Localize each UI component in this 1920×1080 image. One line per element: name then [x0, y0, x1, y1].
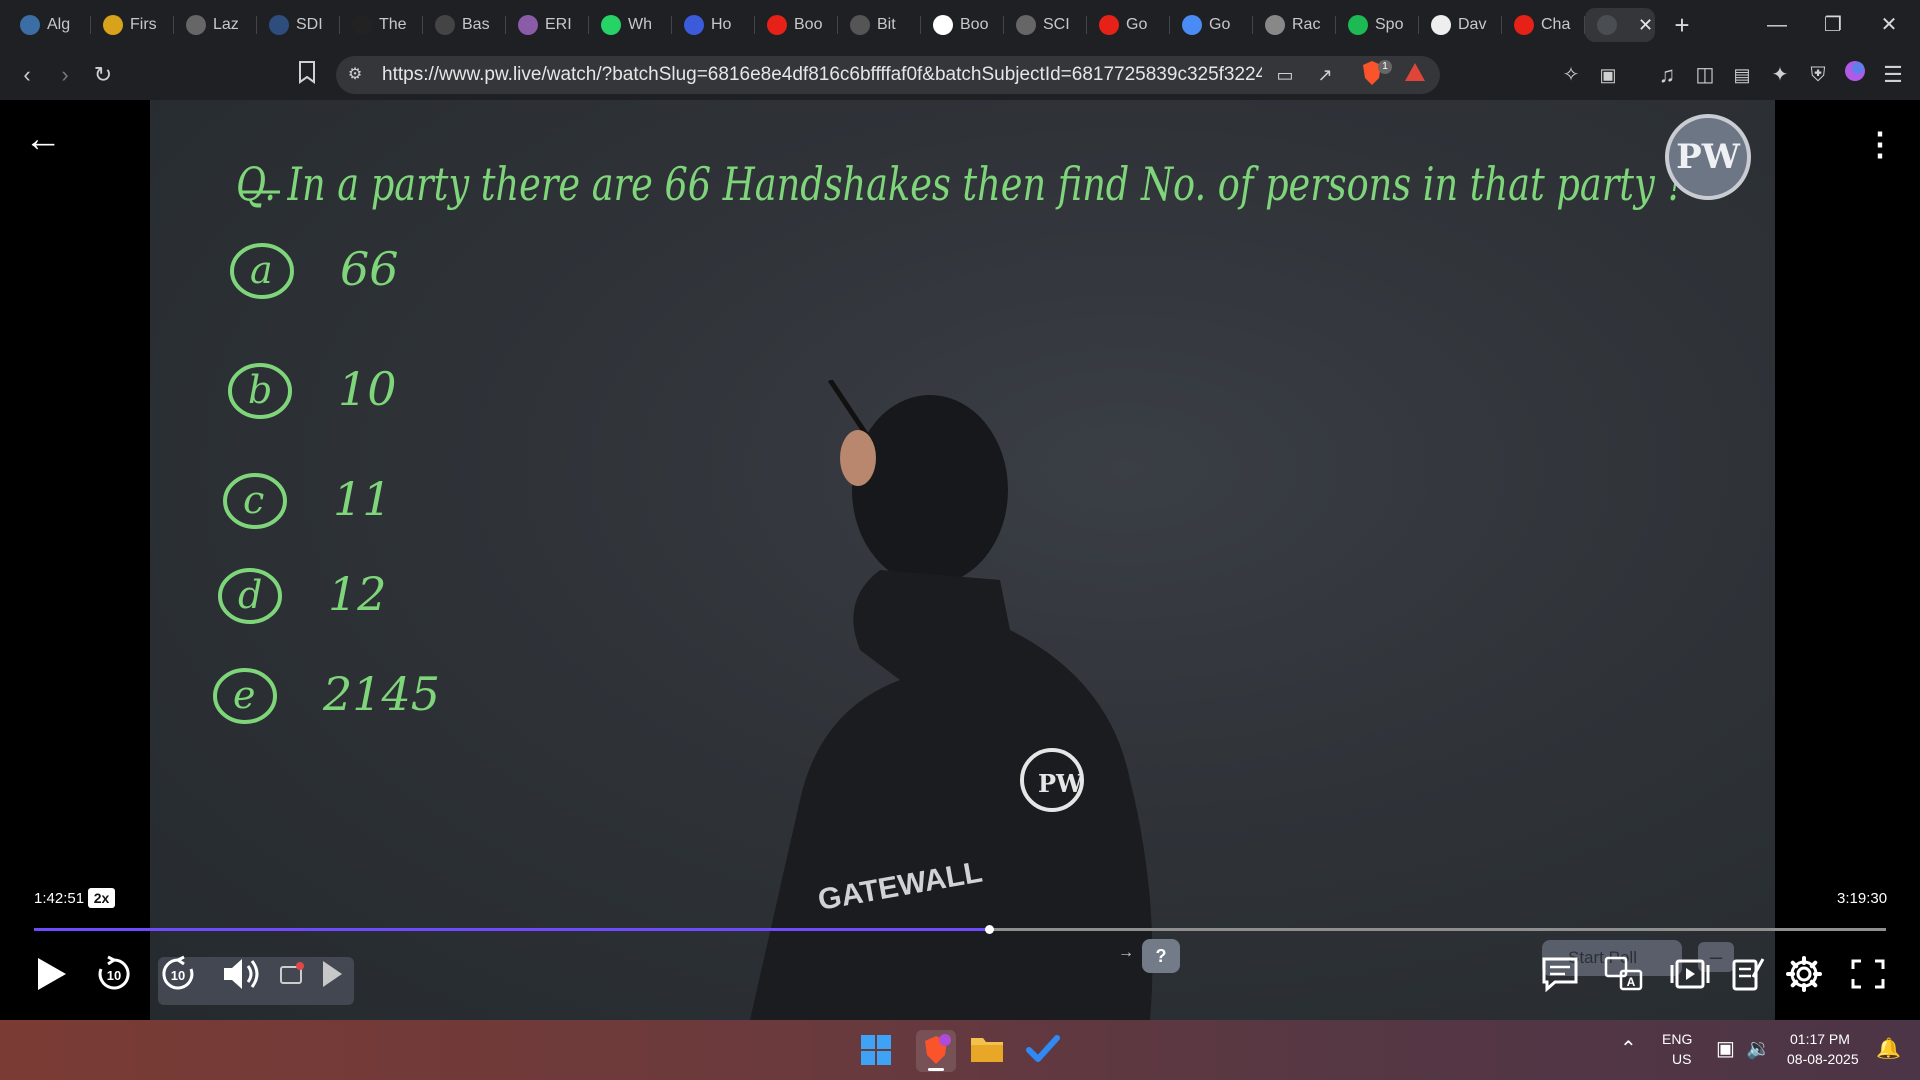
next-icon: [323, 961, 342, 987]
option-value: 10: [338, 362, 397, 416]
arrow-right-icon: →: [1118, 944, 1134, 961]
rewind-10-icon: 10: [98, 955, 130, 990]
forward-10-icon: 10: [162, 955, 194, 990]
skip-forward-button[interactable]: 10: [156, 952, 200, 996]
question-text: Q. In a party there are 66 Handshakes th…: [236, 157, 1686, 211]
option-value: 2145: [322, 667, 440, 721]
option-value: 12: [328, 567, 387, 621]
more-options-icon[interactable]: ⋮: [1864, 124, 1896, 164]
notes-icon: [1732, 958, 1765, 991]
fullscreen-button[interactable]: [1846, 952, 1890, 996]
notes-button[interactable]: [1726, 952, 1770, 996]
option-value: 66: [340, 242, 399, 296]
option-b: b 10: [228, 362, 397, 419]
notification-bell-icon[interactable]: 🔔: [1876, 1036, 1901, 1061]
playback-speed-badge[interactable]: 2x: [88, 888, 115, 908]
folder-icon: [971, 1038, 1003, 1062]
option-key: a: [250, 248, 273, 292]
play-button[interactable]: [30, 952, 74, 996]
settings-button[interactable]: [1782, 952, 1826, 996]
video-mode-button[interactable]: [1668, 952, 1712, 996]
progress-knob[interactable]: [985, 925, 994, 934]
option-key: b: [248, 368, 272, 412]
lang-top[interactable]: ENG: [1662, 1031, 1692, 1047]
clock-time[interactable]: 01:17 PM: [1790, 1031, 1850, 1047]
option-d: d 12: [218, 567, 387, 624]
option-key: c: [243, 478, 264, 522]
brave-icon: [925, 1034, 951, 1064]
clock-date[interactable]: 08-08-2025: [1787, 1051, 1859, 1067]
network-icon[interactable]: ▣: [1716, 1036, 1735, 1061]
lang-bottom[interactable]: US: [1672, 1051, 1691, 1067]
volume-button[interactable]: [220, 952, 264, 996]
svg-text:10: 10: [107, 968, 121, 983]
checkmark-icon: [1026, 1035, 1060, 1062]
windows-icon: [861, 1035, 891, 1065]
next-button[interactable]: [310, 952, 354, 996]
chat-icon: [1542, 957, 1578, 992]
svg-text:10: 10: [171, 968, 185, 983]
gear-icon: [1786, 956, 1822, 992]
pip-mini-button[interactable]: [270, 952, 314, 996]
progress-fill: [34, 928, 989, 931]
taskbar-todo[interactable]: [1026, 1034, 1060, 1069]
svg-text:A: A: [1627, 975, 1636, 989]
running-indicator: [928, 1068, 944, 1071]
total-duration: 3:19:30: [1837, 890, 1888, 907]
doubt-help-button[interactable]: ?: [1142, 939, 1180, 973]
taskbar-file-explorer[interactable]: [970, 1034, 1004, 1069]
speaker-icon[interactable]: 🔉: [1746, 1036, 1771, 1061]
skip-back-button[interactable]: 10: [92, 952, 136, 996]
option-key: e: [233, 673, 256, 717]
show-hidden-icons[interactable]: ⌃: [1620, 1036, 1637, 1061]
quality-icon: [280, 962, 304, 984]
video-mode-icon: [1670, 959, 1710, 989]
fullscreen-icon: [1851, 959, 1885, 989]
option-e: e 2145: [213, 667, 440, 724]
current-time: 1:42:51: [34, 890, 85, 907]
translate-icon: A: [1604, 956, 1643, 991]
pw-logo: PW: [1665, 114, 1751, 200]
option-key: d: [238, 573, 262, 617]
play-icon: [38, 958, 66, 990]
start-button[interactable]: [860, 1034, 892, 1071]
option-a: a 66: [230, 242, 399, 299]
back-arrow-icon[interactable]: ←: [24, 120, 62, 160]
chalk-writing: Q. In a party there are 66 Handshakes th…: [213, 157, 1686, 724]
volume-icon: [224, 959, 259, 989]
translate-button[interactable]: A: [1602, 952, 1646, 996]
taskbar-brave[interactable]: [916, 1030, 956, 1072]
option-value: 11: [333, 472, 392, 526]
option-c: c 11: [223, 472, 392, 529]
chat-button[interactable]: [1538, 952, 1582, 996]
